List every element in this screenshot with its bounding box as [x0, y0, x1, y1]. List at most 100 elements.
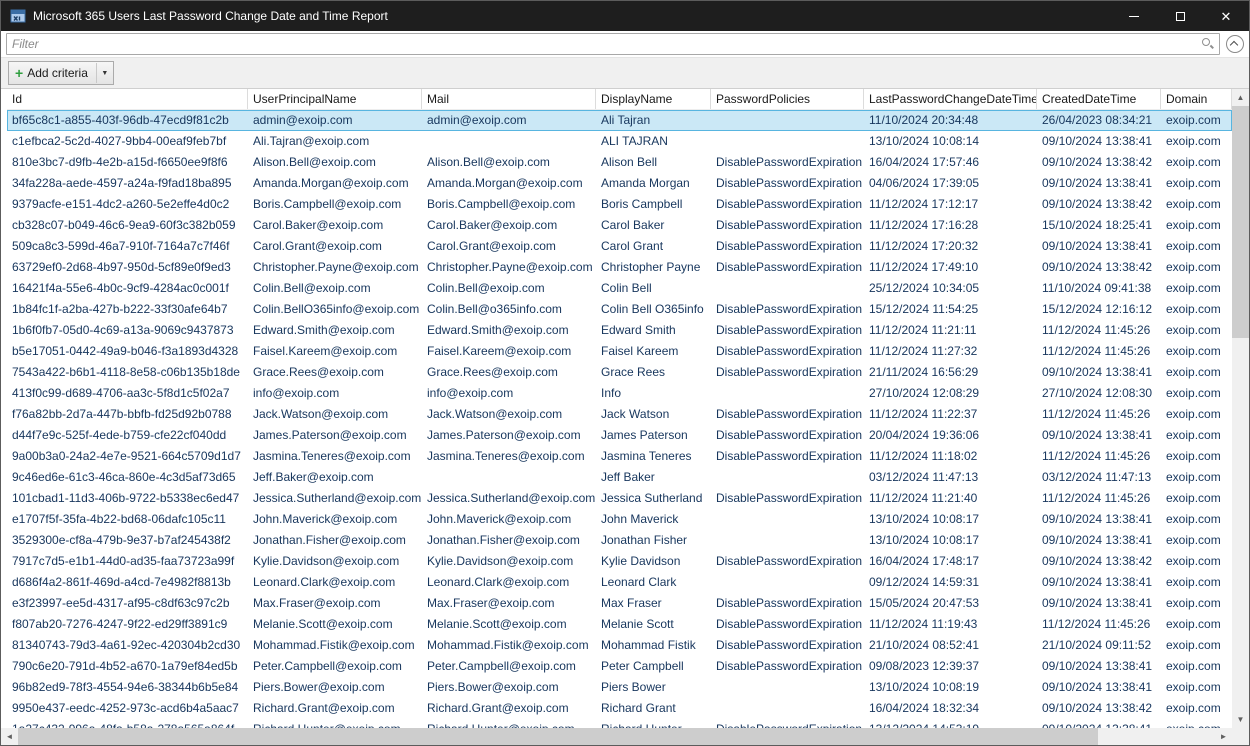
- cell-mail: Melanie.Scott@exoip.com: [422, 614, 596, 635]
- table-row[interactable]: 34fa228a-aede-4597-a24a-f9fad18ba895Aman…: [7, 173, 1232, 194]
- column-header-id[interactable]: Id: [7, 89, 248, 109]
- cell-id: 1a27c432-996a-48fa-b58a-278a565a864f: [7, 719, 248, 728]
- column-header-createddatetime[interactable]: CreatedDateTime: [1037, 89, 1161, 109]
- table-row[interactable]: d44f7e9c-525f-4ede-b759-cfe22cf040ddJame…: [7, 425, 1232, 446]
- table-row[interactable]: 16421f4a-55e6-4b0c-9cf9-4284ac0c001f Coli…: [7, 278, 1232, 299]
- cell-createddatetime: 09/10/2024 13:38:42: [1037, 551, 1161, 572]
- add-criteria-label: Add criteria: [27, 66, 96, 80]
- cell-mail: admin@exoip.com: [422, 110, 596, 131]
- cell-mail: Carol.Baker@exoip.com: [422, 215, 596, 236]
- horizontal-scroll-thumb[interactable]: [18, 728, 1098, 745]
- table-row[interactable]: 790c6e20-791d-4b52-a670-1a79ef84ed5bPete…: [7, 656, 1232, 677]
- table-row[interactable]: 810e3bc7-d9fb-4e2b-a15d-f6650ee9f8f6Alis…: [7, 152, 1232, 173]
- column-header-userprincipalname[interactable]: UserPrincipalName: [248, 89, 422, 109]
- cell-id: f807ab20-7276-4247-9f22-ed29ff3891c9: [7, 614, 248, 635]
- vertical-scroll-track[interactable]: [1232, 106, 1249, 711]
- table-row[interactable]: bf65c8c1-a855-403f-96db-47ecd9f81c2badmi…: [7, 110, 1232, 131]
- cell-displayname: Boris Campbell: [596, 194, 711, 215]
- cell-displayname: Jasmina Teneres: [596, 446, 711, 467]
- cell-domain: exoip.com: [1161, 614, 1232, 635]
- table-row[interactable]: 7917c7d5-e1b1-44d0-ad35-faa73723a99fKyli…: [7, 551, 1232, 572]
- table-row[interactable]: e1707f5f-35fa-4b22-bd68-06dafc105c11John…: [7, 509, 1232, 530]
- cell-lastpasswordchangedatetime: 11/12/2024 11:22:37: [864, 404, 1037, 425]
- plus-icon: +: [15, 66, 23, 80]
- cell-displayname: Colin Bell: [596, 278, 711, 299]
- table-row[interactable]: b5e17051-0442-49a9-b046-f3a1893d4328Fais…: [7, 341, 1232, 362]
- filter-bar: [1, 31, 1249, 57]
- add-criteria-button[interactable]: + Add criteria ▼: [8, 61, 114, 85]
- cell-displayname: Kylie Davidson: [596, 551, 711, 572]
- table-row[interactable]: d686f4a2-861f-469d-a4cd-7e4982f8813b Leon…: [7, 572, 1232, 593]
- column-header-mail[interactable]: Mail: [422, 89, 596, 109]
- table-row[interactable]: 1b84fc1f-a2ba-427b-b222-33f30afe64b7Coli…: [7, 299, 1232, 320]
- table-row[interactable]: 1b6f0fb7-05d0-4c69-a13a-9069c9437873Edwa…: [7, 320, 1232, 341]
- cell-mail: Leonard.Clark@exoip.com: [422, 572, 596, 593]
- cell-mail: Christopher.Payne@exoip.com: [422, 257, 596, 278]
- table-row[interactable]: 7543a422-b6b1-4118-8e58-c06b135b18deGrac…: [7, 362, 1232, 383]
- table-row[interactable]: 1a27c432-996a-48fa-b58a-278a565a864f Rich…: [7, 719, 1232, 728]
- cell-createddatetime: 09/10/2024 13:38:42: [1037, 698, 1161, 719]
- cell-displayname: John Maverick: [596, 509, 711, 530]
- table-row[interactable]: f807ab20-7276-4247-9f22-ed29ff3891c9 Mela…: [7, 614, 1232, 635]
- horizontal-scrollbar[interactable]: ◄ ►: [1, 728, 1232, 745]
- criteria-bar: + Add criteria ▼: [1, 57, 1249, 89]
- column-header-lastpasswordchangedatetime[interactable]: LastPasswordChangeDateTime: [864, 89, 1037, 109]
- close-button[interactable]: ✕: [1203, 1, 1249, 31]
- column-header-displayname[interactable]: DisplayName: [596, 89, 711, 109]
- table-row[interactable]: 3529300e-cf8a-479b-9e37-b7af245438f2Jona…: [7, 530, 1232, 551]
- table-row[interactable]: 413f0c99-d689-4706-aa3c-5f8d1c5f02a7info…: [7, 383, 1232, 404]
- scroll-down-arrow[interactable]: ▼: [1232, 711, 1249, 728]
- app-icon: [10, 8, 26, 24]
- cell-domain: exoip.com: [1161, 656, 1232, 677]
- table-row[interactable]: e3f23997-ee5d-4317-af95-c8df63c97c2bMax.…: [7, 593, 1232, 614]
- table-row[interactable]: f76a82bb-2d7a-447b-bbfb-fd25d92b0788Jack…: [7, 404, 1232, 425]
- table-row[interactable]: 81340743-79d3-4a61-92ec-420304b2cd30Moha…: [7, 635, 1232, 656]
- scroll-up-arrow[interactable]: ▲: [1232, 89, 1249, 106]
- scrollbar-corner: [1232, 728, 1249, 745]
- grid-container: IdUserPrincipalNameMailDisplayNamePasswo…: [1, 89, 1249, 728]
- column-header-passwordpolicies[interactable]: PasswordPolicies: [711, 89, 864, 109]
- table-row[interactable]: c1efbca2-5c2d-4027-9bb4-00eaf9feb7bfAli.…: [7, 131, 1232, 152]
- cell-id: 810e3bc7-d9fb-4e2b-a15d-f6650ee9f8f6: [7, 152, 248, 173]
- scroll-right-arrow[interactable]: ►: [1215, 728, 1232, 745]
- cell-createddatetime: 09/10/2024 13:38:42: [1037, 152, 1161, 173]
- cell-id: 413f0c99-d689-4706-aa3c-5f8d1c5f02a7: [7, 383, 248, 404]
- vertical-scroll-thumb[interactable]: [1232, 106, 1249, 338]
- cell-createddatetime: 09/10/2024 13:38:41: [1037, 131, 1161, 152]
- table-row[interactable]: 96b82ed9-78f3-4554-94e6-38344b6b5e84Pier…: [7, 677, 1232, 698]
- column-header-domain[interactable]: Domain: [1161, 89, 1232, 109]
- table-row[interactable]: 9c46ed6e-61c3-46ca-860e-4c3d5af73d65Jeff…: [7, 467, 1232, 488]
- cell-passwordpolicies: DisablePasswordExpiration: [711, 614, 864, 635]
- cell-lastpasswordchangedatetime: 15/12/2024 11:54:25: [864, 299, 1037, 320]
- cell-id: 16421f4a-55e6-4b0c-9cf9-4284ac0c001f: [7, 278, 248, 299]
- cell-lastpasswordchangedatetime: 20/04/2024 19:36:06: [864, 425, 1037, 446]
- cell-passwordpolicies: DisablePasswordExpiration: [711, 236, 864, 257]
- cell-domain: exoip.com: [1161, 719, 1232, 728]
- cell-mail: [422, 467, 596, 488]
- cell-displayname: Jessica Sutherland: [596, 488, 711, 509]
- cell-lastpasswordchangedatetime: 11/12/2024 11:27:32: [864, 341, 1037, 362]
- table-row[interactable]: cb328c07-b049-46c6-9ea9-60f3c382b059Caro…: [7, 215, 1232, 236]
- cell-id: 81340743-79d3-4a61-92ec-420304b2cd30: [7, 635, 248, 656]
- table-row[interactable]: 9379acfe-e151-4dc2-a260-5e2effe4d0c2Bori…: [7, 194, 1232, 215]
- cell-createddatetime: 09/10/2024 13:38:41: [1037, 236, 1161, 257]
- vertical-scrollbar[interactable]: ▲ ▼: [1232, 89, 1249, 728]
- cell-displayname: Peter Campbell: [596, 656, 711, 677]
- table-row[interactable]: 9a00b3a0-24a2-4e7e-9521-664c5709d1d7Jasm…: [7, 446, 1232, 467]
- table-row[interactable]: 9950e437-eedc-4252-973c-acd6b4a5aac7Rich…: [7, 698, 1232, 719]
- minimize-button[interactable]: [1111, 1, 1157, 31]
- collapse-criteria-button[interactable]: [1226, 35, 1244, 53]
- filter-input[interactable]: [7, 35, 1201, 53]
- minimize-icon: [1129, 16, 1139, 17]
- cell-domain: exoip.com: [1161, 383, 1232, 404]
- table-row[interactable]: 509ca8c3-599d-46a7-910f-7164a7c7f46fCaro…: [7, 236, 1232, 257]
- cell-id: d686f4a2-861f-469d-a4cd-7e4982f8813b: [7, 572, 248, 593]
- table-row[interactable]: 63729ef0-2d68-4b97-950d-5cf89e0f9ed3Chri…: [7, 257, 1232, 278]
- cell-displayname: Carol Baker: [596, 215, 711, 236]
- cell-userprincipalname: Edward.Smith@exoip.com: [248, 320, 422, 341]
- cell-mail: Richard.Hunter@exoip.com: [422, 719, 596, 728]
- horizontal-scroll-track[interactable]: [18, 728, 1215, 745]
- scroll-left-arrow[interactable]: ◄: [1, 728, 18, 745]
- table-row[interactable]: 101cbad1-11d3-406b-9722-b5338ec6ed47Jess…: [7, 488, 1232, 509]
- maximize-button[interactable]: [1157, 1, 1203, 31]
